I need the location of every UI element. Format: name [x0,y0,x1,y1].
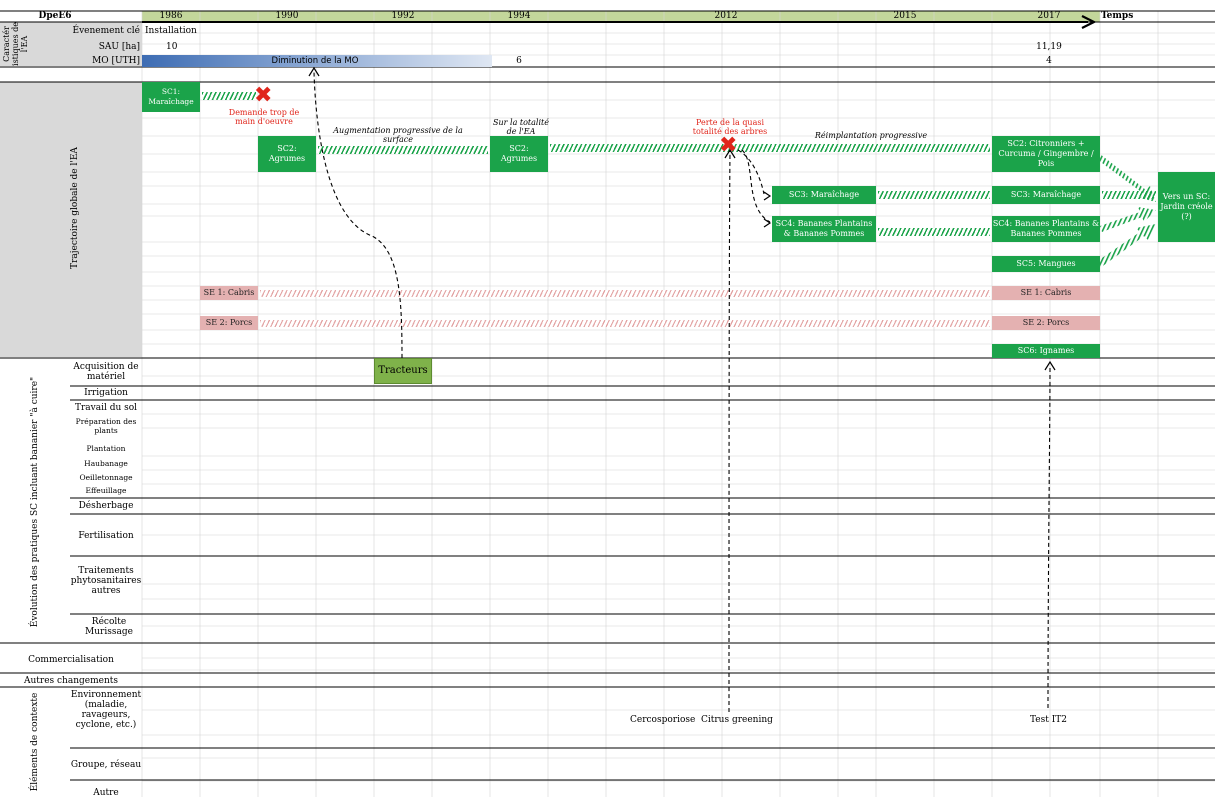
convergence-arrows [308,66,1156,713]
arrow-sc2-to-vers [1098,154,1156,202]
annotation-perte: Perte de la quasi totalité des arbres [692,118,768,136]
commercialisation-label: Commercialisation [28,655,114,665]
practice-irrigation: Irrigation [84,388,128,398]
context-groupe: Groupe, réseau [70,760,142,770]
autres-changements-label: Autres changements [24,676,118,686]
practice-acquisition: Acquisition de matériel [73,362,139,382]
practices-section-label: Évolution des pratiques SC incluant bana… [30,376,40,628]
practice-travail-sol: Travail du sol [74,403,138,413]
annotation-demande: Demande trop de main d'oeuvre [228,108,300,126]
context-test-it2: Test IT2 [1030,715,1068,725]
tracteurs-box: Tracteurs [374,358,432,384]
practice-preparation: Préparation des plants [75,417,137,435]
practice-effeuillage: Effeuillage [85,486,127,495]
cross-sc1-icon: ✖ [254,83,273,108]
context-citrus: Citrus greening [701,715,773,725]
context-section-label: Éléments de contexte [30,692,40,792]
cross-perte-icon: ✖ [719,133,738,158]
arrow-heads [308,66,1056,371]
annotation-reimplantation: Réimplantation progressive [814,131,928,140]
timeline-diagram: DpeE6 1986 1990 1992 1994 2012 2015 2017… [0,0,1215,798]
context-cercosporiose: Cercosporiose [630,715,696,725]
practice-oeilletonnage: Oeilletonnage [79,473,133,482]
dashed-connectors [313,71,1051,713]
practice-haubanage: Haubanage [84,459,128,468]
annotation-augmentation: Augmentation progressive de la surface [333,126,463,144]
practice-desherbage: Désherbage [78,501,134,511]
context-environnement: Environnement (maladie, ravageurs, cyclo… [70,690,142,730]
practice-plantation: Plantation [86,444,126,453]
annotation-totalite: Sur la totalité de l'EA [493,118,549,136]
practice-recolte: Récolte Murissage [85,617,133,637]
practice-fertilisation: Fertilisation [78,531,134,541]
practice-traitements: Traitements phytosanitaires autres [70,566,142,596]
